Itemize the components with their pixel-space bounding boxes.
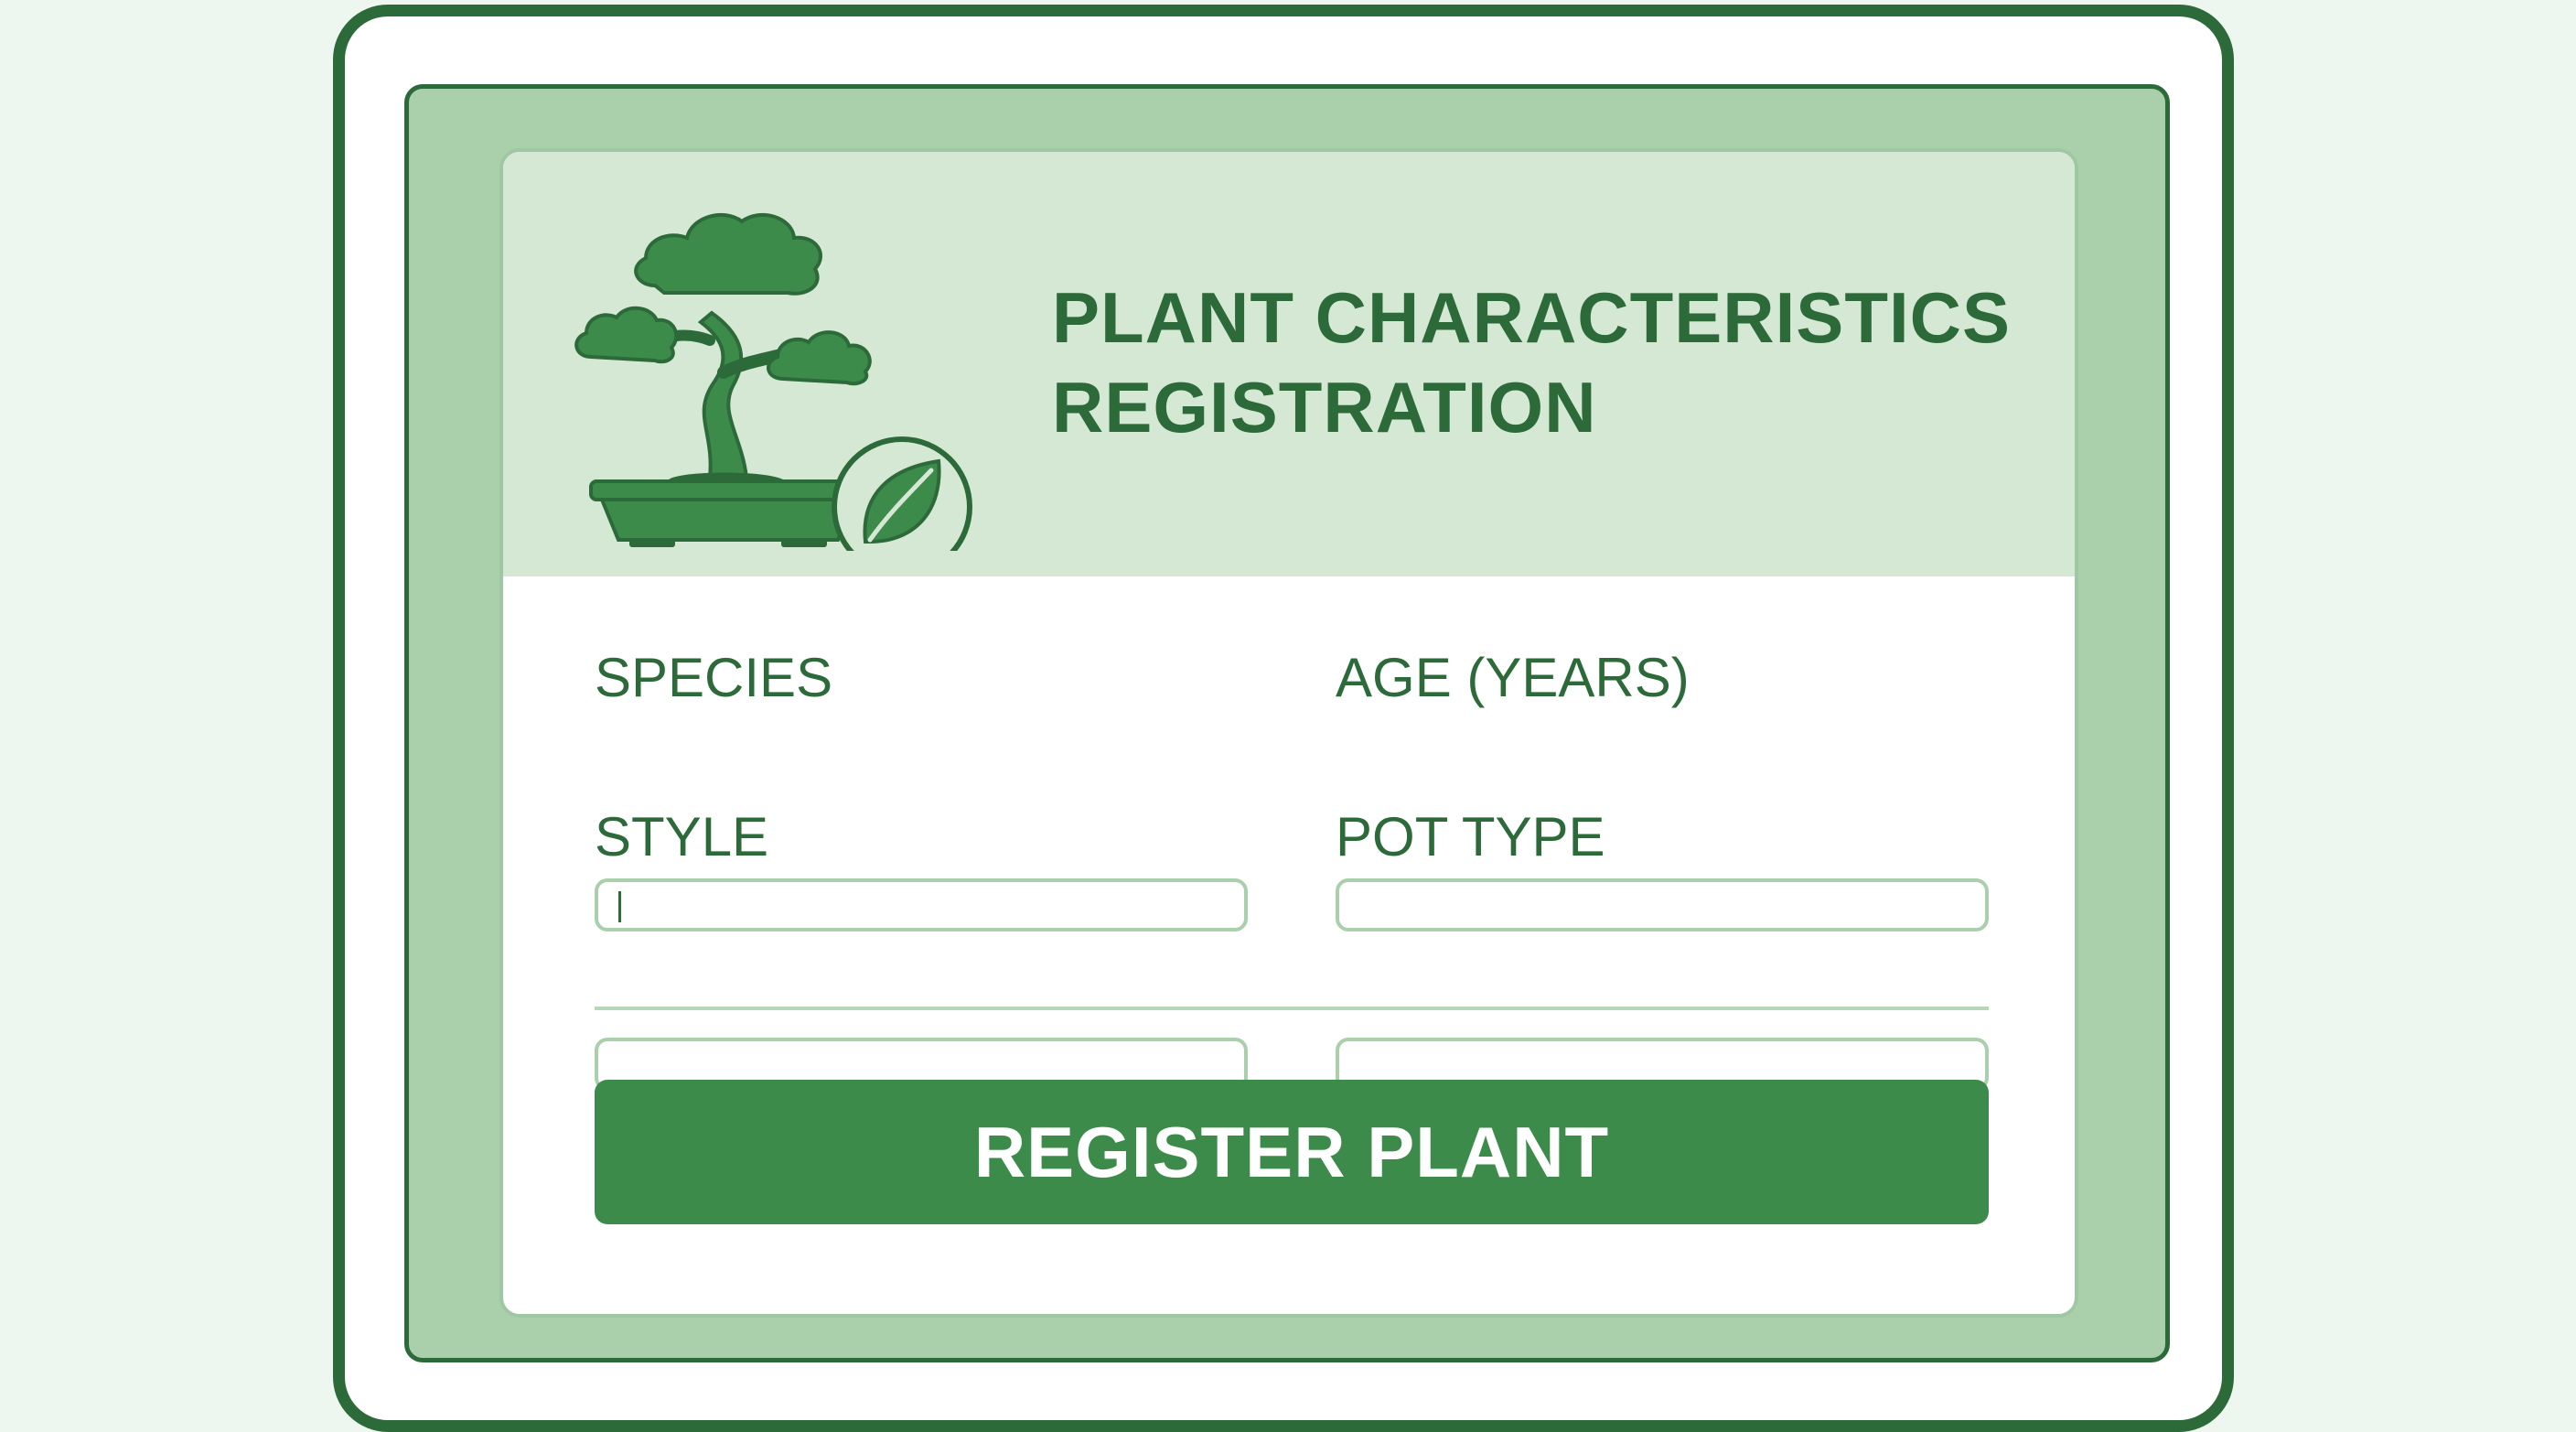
form-divider [595,1007,1989,1010]
registration-card: PLANT CHARACTERISTICS REGISTRATION SPECI… [499,148,2078,1318]
pot-type-label: POT TYPE [1336,806,1605,867]
bonsai-logo [554,185,975,551]
style-label: STYLE [595,806,769,867]
title-line-2: REGISTRATION [1052,367,1597,447]
species-input[interactable] [595,878,1248,931]
age-label: AGE (YEARS) [1336,647,1690,708]
species-label: SPECIES [595,647,833,708]
title-line-1: PLANT CHARACTERISTICS [1052,277,2011,358]
leaf-icon [832,436,972,551]
register-plant-button[interactable]: REGISTER PLANT [595,1080,1989,1224]
card-header: PLANT CHARACTERISTICS REGISTRATION [503,152,2075,576]
text-caret [618,891,621,922]
age-input[interactable] [1336,878,1989,931]
bonsai-icon [574,212,972,551]
page-title: PLANT CHARACTERISTICS REGISTRATION [1052,273,2040,452]
